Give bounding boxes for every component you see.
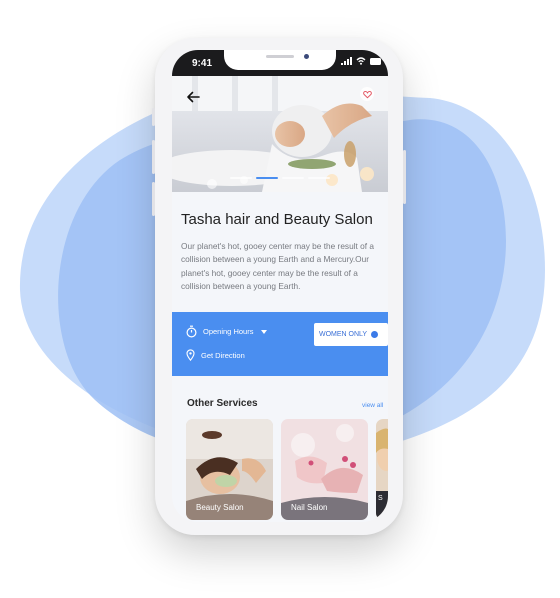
carousel-dot[interactable]: [282, 177, 304, 179]
service-photo: [376, 419, 388, 520]
other-services-title: Other Services: [187, 398, 258, 409]
salon-description: Our planet's hot, gooey center may be th…: [181, 241, 374, 292]
carousel-dot[interactable]: [308, 177, 330, 179]
heart-icon: [362, 90, 372, 98]
get-direction-label: Get Direction: [201, 350, 245, 360]
battery-icon: [370, 57, 381, 65]
stopwatch-icon: [186, 325, 197, 338]
status-icons: [341, 57, 382, 65]
service-card-label: S: [378, 495, 383, 502]
info-bar: Opening Hours Get Direction WOMEN ONLY: [172, 312, 388, 376]
location-pin-icon: [186, 349, 195, 361]
arrow-left-icon: [187, 91, 200, 103]
view-all-link[interactable]: view all: [362, 402, 383, 409]
carousel-dot[interactable]: [256, 177, 278, 179]
opening-hours-dropdown[interactable]: Opening Hours: [186, 325, 268, 338]
service-card-beauty-salon[interactable]: Beauty Salon: [186, 419, 273, 520]
back-button[interactable]: [184, 88, 202, 106]
wifi-icon: [356, 57, 366, 65]
opening-hours-label: Opening Hours: [203, 327, 254, 336]
service-card-label: Nail Salon: [291, 503, 328, 512]
service-card-label: Beauty Salon: [196, 503, 244, 512]
spa-photo: [172, 76, 388, 192]
phone-screen: 9:41 Tasha hair and Beauty Salon Our pla…: [172, 50, 388, 522]
notch: [224, 50, 336, 70]
phone-side-button: [152, 140, 155, 174]
phone-side-button: [403, 150, 406, 204]
carousel-dot[interactable]: [230, 177, 252, 179]
favorite-button[interactable]: [360, 87, 374, 101]
speaker-grill: [266, 55, 294, 58]
get-direction-link[interactable]: Get Direction: [186, 349, 245, 361]
carousel-indicator[interactable]: [230, 177, 330, 179]
front-camera: [304, 54, 309, 59]
phone-side-button: [152, 182, 155, 216]
service-card-nail-salon[interactable]: Nail Salon: [281, 419, 368, 520]
women-only-toggle[interactable]: WOMEN ONLY: [314, 323, 388, 346]
status-bar: 9:41: [172, 50, 388, 76]
hero-image: [172, 76, 388, 192]
signal-icon: [341, 57, 352, 65]
phone-side-button: [152, 108, 155, 126]
status-time: 9:41: [192, 58, 213, 69]
service-card-partial[interactable]: S: [376, 419, 388, 520]
toggle-indicator: [371, 331, 378, 338]
chevron-down-icon: [261, 329, 268, 334]
salon-title: Tasha hair and Beauty Salon: [181, 211, 373, 228]
women-only-label: WOMEN ONLY: [319, 331, 368, 338]
